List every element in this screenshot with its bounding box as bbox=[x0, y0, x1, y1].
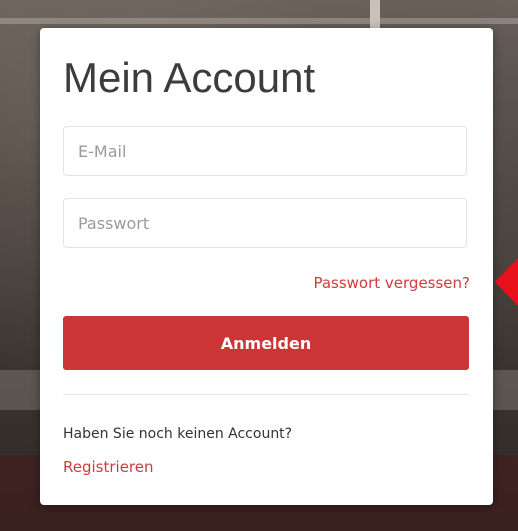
password-field[interactable] bbox=[63, 198, 467, 248]
background-rail bbox=[0, 18, 518, 24]
divider bbox=[63, 394, 469, 395]
login-button[interactable]: Anmelden bbox=[63, 316, 469, 370]
no-account-text: Haben Sie noch keinen Account? bbox=[63, 426, 293, 442]
forgot-password-link[interactable]: Passwort vergessen? bbox=[313, 274, 470, 292]
background-pole bbox=[370, 0, 380, 30]
page-title: Mein Account bbox=[63, 54, 316, 101]
register-link[interactable]: Registrieren bbox=[63, 458, 154, 476]
left-pointing-arrow-icon bbox=[495, 258, 518, 306]
login-card: Mein Account Passwort vergessen? Anmelde… bbox=[40, 28, 493, 505]
email-field[interactable] bbox=[63, 126, 467, 176]
